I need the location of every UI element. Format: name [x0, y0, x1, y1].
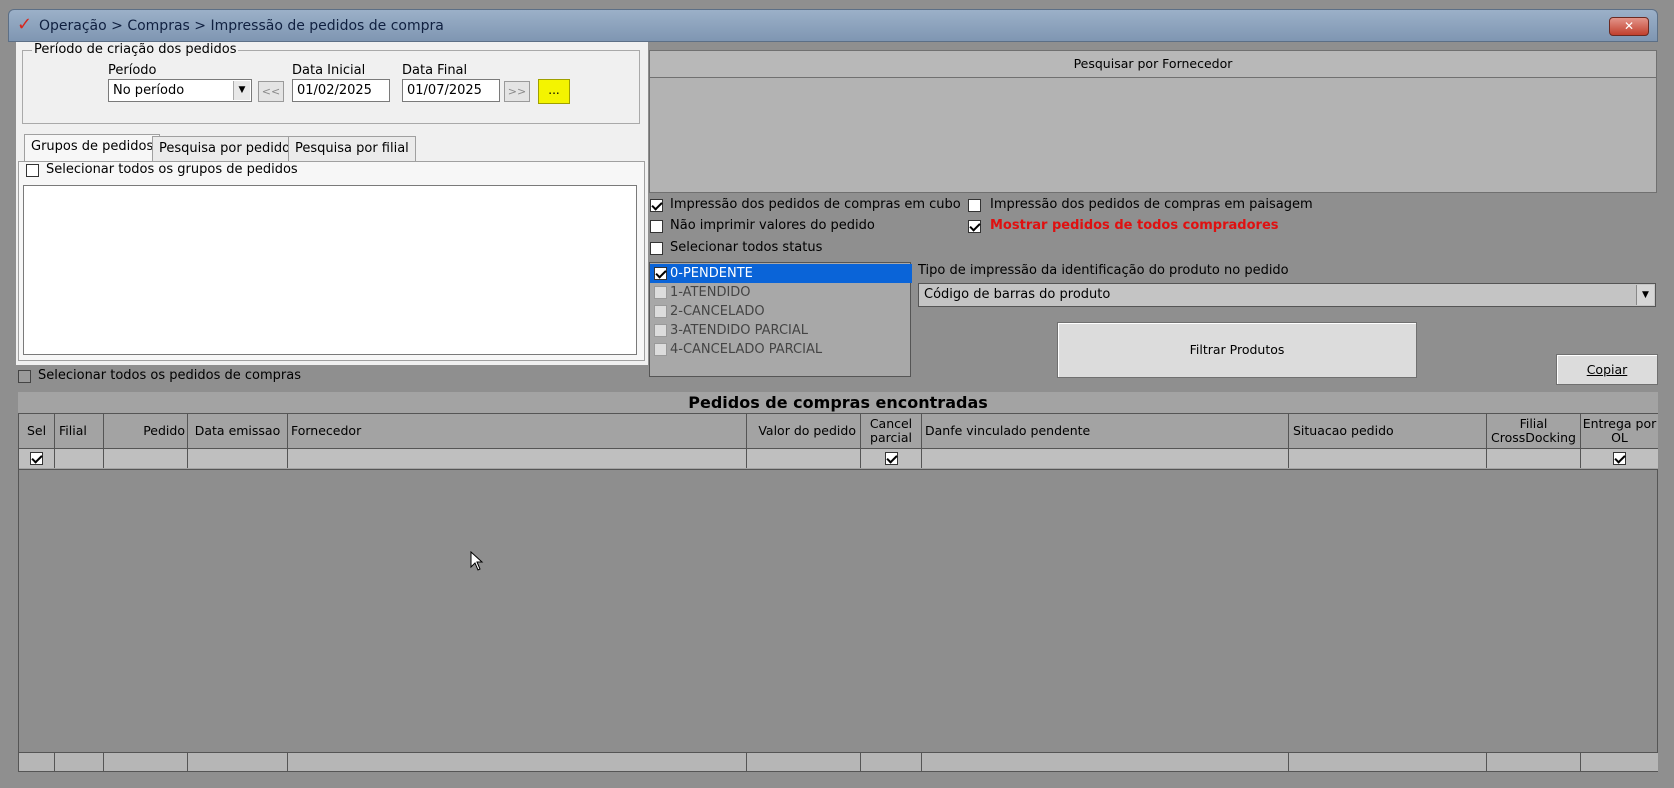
filter-cell-data-emissao[interactable] — [188, 448, 288, 468]
periodo-label: Período — [108, 63, 157, 78]
filter-cell-danfe[interactable] — [922, 448, 1289, 468]
data-final-input[interactable]: 01/07/2025 — [402, 79, 500, 102]
filter-cell-filial[interactable] — [55, 448, 104, 468]
col-sel[interactable]: Sel — [19, 414, 55, 448]
filter-cell-fornecedor[interactable] — [288, 448, 747, 468]
grid-footer — [19, 752, 1658, 771]
footer-cell — [288, 753, 747, 771]
footer-cell — [1487, 753, 1581, 771]
status-item-cancelado-parcial[interactable]: 4-CANCELADO PARCIAL — [650, 340, 912, 359]
status-checkbox[interactable] — [654, 343, 667, 356]
sel-all-checkbox[interactable] — [30, 452, 43, 465]
copiar-button[interactable]: Copiar — [1556, 354, 1658, 385]
col-entrega-por-ol[interactable]: Entrega por OL — [1581, 414, 1658, 448]
col-fornecedor[interactable]: Fornecedor — [288, 414, 747, 448]
status-item-cancelado[interactable]: 2-CANCELADO — [650, 302, 912, 321]
grupos-list[interactable] — [23, 185, 637, 355]
periodo-select-value: No período — [113, 83, 185, 98]
footer-cell — [1581, 753, 1658, 771]
entrega-ol-checkbox[interactable] — [1613, 452, 1626, 465]
cubo-label: Impressão dos pedidos de compras em cubo — [670, 197, 961, 212]
paisagem-checkbox[interactable] — [968, 199, 981, 212]
status-item-atendido[interactable]: 1-ATENDIDO — [650, 283, 912, 302]
col-danfe-vinculado[interactable]: Danfe vinculado pendente — [922, 414, 1289, 448]
cancel-parcial-checkbox[interactable] — [885, 452, 898, 465]
filter-cell-crossdocking[interactable] — [1487, 448, 1581, 468]
ellipsis-button[interactable]: ... — [538, 79, 570, 104]
fornecedor-header[interactable]: Pesquisar por Fornecedor — [649, 50, 1657, 78]
status-item-pendente[interactable]: 0-PENDENTE — [650, 264, 912, 283]
status-checkbox[interactable] — [654, 305, 667, 318]
filter-cell-cancel-parcial[interactable] — [861, 448, 922, 468]
footer-cell — [922, 753, 1289, 771]
footer-cell — [188, 753, 288, 771]
chevron-down-icon[interactable]: ▼ — [233, 81, 250, 100]
data-inicial-label: Data Inicial — [292, 63, 366, 78]
select-all-pedidos-label: Selecionar todos os pedidos de compras — [38, 368, 301, 383]
tab-grupos-de-pedidos[interactable]: Grupos de pedidos — [24, 134, 161, 162]
selecionar-status-label: Selecionar todos status — [670, 240, 823, 255]
status-label: 1-ATENDIDO — [670, 285, 751, 300]
app-logo-icon: ✓ — [17, 14, 33, 35]
status-label: 3-ATENDIDO PARCIAL — [670, 323, 808, 338]
application-window: ✓ Operação > Compras > Impressão de pedi… — [0, 0, 1674, 788]
window-title: Operação > Compras > Impressão de pedido… — [39, 18, 444, 34]
select-all-pedidos-checkbox[interactable] — [18, 370, 31, 383]
filter-cell-situacao[interactable] — [1289, 448, 1487, 468]
title-bar: ✓ Operação > Compras > Impressão de pedi… — [8, 9, 1658, 42]
status-item-atendido-parcial[interactable]: 3-ATENDIDO PARCIAL — [650, 321, 912, 340]
mostrar-todos-label: Mostrar pedidos de todos compradores — [990, 218, 1279, 233]
tab-pesquisa-por-filial[interactable]: Pesquisa por filial — [288, 136, 416, 161]
data-inicial-input[interactable]: 01/02/2025 — [292, 79, 390, 102]
data-final-label: Data Final — [402, 63, 468, 78]
mostrar-todos-checkbox[interactable] — [968, 220, 981, 233]
previous-period-button[interactable]: << — [258, 81, 284, 102]
next-period-button[interactable]: >> — [504, 81, 530, 102]
select-all-grupos-checkbox[interactable] — [26, 164, 39, 177]
nao-imprimir-label: Não imprimir valores do pedido — [670, 218, 875, 233]
filtrar-produtos-button[interactable]: Filtrar Produtos — [1057, 322, 1417, 378]
grid-title: Pedidos de compras encontradas — [18, 392, 1658, 414]
filter-cell-valor[interactable] — [747, 448, 861, 468]
col-cancel-parcial[interactable]: Cancel parcial — [861, 414, 922, 448]
tipo-impressao-select[interactable]: Código de barras do produto ▼ — [918, 283, 1656, 307]
cubo-checkbox[interactable] — [650, 199, 663, 212]
paisagem-label: Impressão dos pedidos de compras em pais… — [990, 197, 1313, 212]
mouse-cursor-icon — [470, 551, 484, 571]
status-label: 2-CANCELADO — [670, 304, 765, 319]
col-valor-pedido[interactable]: Valor do pedido — [747, 414, 861, 448]
col-situacao-pedido[interactable]: Situacao pedido — [1289, 414, 1487, 448]
chevron-down-icon[interactable]: ▼ — [1636, 285, 1654, 305]
filter-cell-entrega-ol[interactable] — [1581, 448, 1658, 468]
nao-imprimir-checkbox[interactable] — [650, 220, 663, 233]
select-all-grupos-label: Selecionar todos os grupos de pedidos — [46, 162, 298, 177]
footer-cell — [104, 753, 188, 771]
footer-cell — [747, 753, 861, 771]
footer-cell — [55, 753, 104, 771]
col-pedido[interactable]: Pedido — [104, 414, 188, 448]
filter-cell-sel[interactable] — [19, 448, 55, 468]
footer-cell — [19, 753, 55, 771]
footer-cell — [1289, 753, 1487, 771]
col-filial-crossdocking[interactable]: Filial CrossDocking — [1487, 414, 1581, 448]
selecionar-status-checkbox[interactable] — [650, 242, 663, 255]
filter-cell-pedido[interactable] — [104, 448, 188, 468]
tab-pesquisa-por-pedido[interactable]: Pesquisa por pedido — [152, 136, 298, 161]
close-button[interactable]: ✕ — [1609, 17, 1649, 36]
status-label: 4-CANCELADO PARCIAL — [670, 342, 823, 357]
grid-header: Sel Filial Pedido Data emissao Fornecedo… — [19, 414, 1658, 470]
status-list[interactable]: 0-PENDENTE 1-ATENDIDO 2-CANCELADO 3-ATEN… — [649, 262, 912, 377]
tipo-impressao-value: Código de barras do produto — [924, 287, 1111, 302]
fornecedor-list[interactable] — [649, 78, 1657, 193]
col-filial[interactable]: Filial — [55, 414, 104, 448]
col-data-emissao[interactable]: Data emissao — [188, 414, 288, 448]
status-checkbox[interactable] — [654, 286, 667, 299]
periodo-group-legend: Período de criação dos pedidos — [32, 42, 239, 57]
status-checkbox[interactable] — [654, 267, 667, 280]
footer-cell — [861, 753, 922, 771]
status-checkbox[interactable] — [654, 324, 667, 337]
tipo-impressao-label: Tipo de impressão da identificação do pr… — [918, 263, 1289, 278]
status-label: 0-PENDENTE — [670, 266, 753, 281]
periodo-select[interactable]: No período ▼ — [108, 79, 252, 102]
